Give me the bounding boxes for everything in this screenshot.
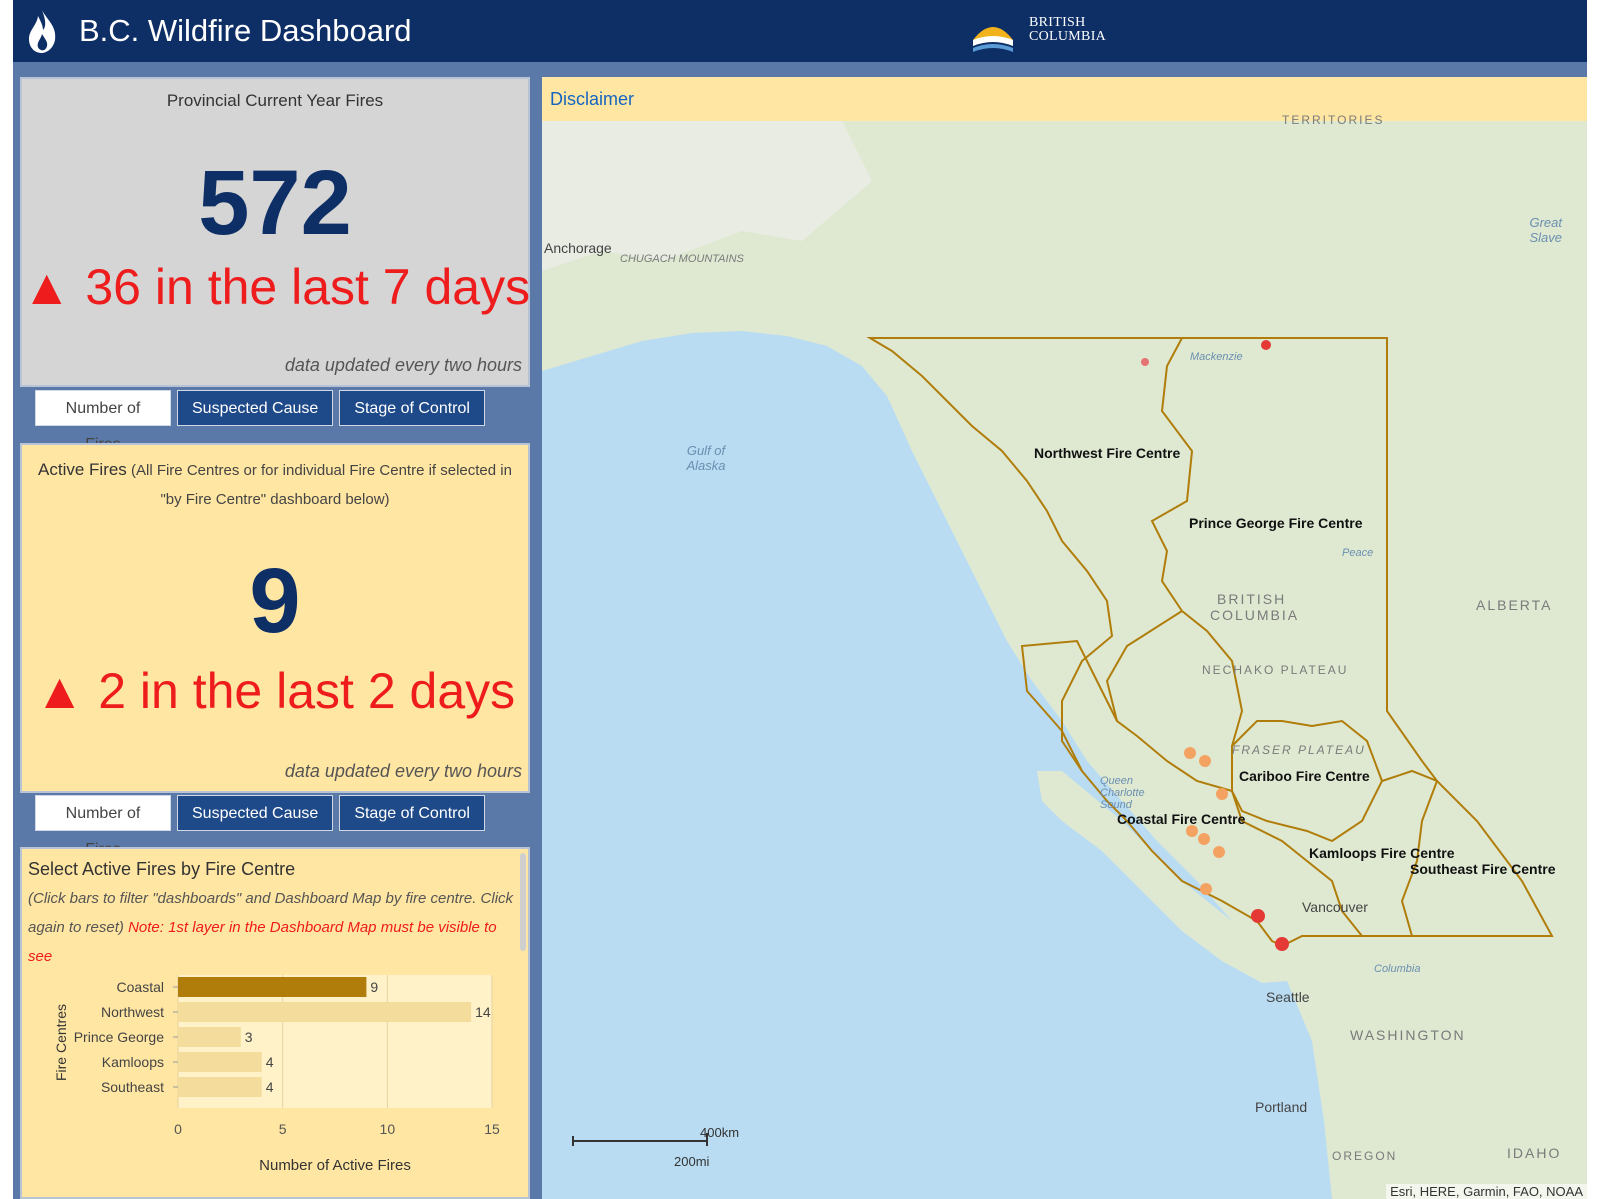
provincial-tabs: Number of Fires Suspected Cause Stage of… — [35, 390, 485, 453]
label-cariboo-fire-centre: Cariboo Fire Centre — [1239, 768, 1370, 784]
label-coastal-fire-centre: Coastal Fire Centre — [1117, 811, 1246, 827]
bar-prince-george[interactable] — [178, 1027, 241, 1047]
logo-text-line-2: COLUMBIA — [1029, 29, 1107, 44]
provincial-fires-panel: Provincial Current Year Fires 572 ▲ 36 i… — [20, 77, 530, 387]
label-southeast-fire-centre: Southeast Fire Centre — [1410, 861, 1556, 877]
category-label: Prince George — [74, 1029, 164, 1045]
label-territories: TERRITORIES — [1282, 113, 1385, 127]
bar-coastal[interactable] — [178, 977, 367, 997]
chart-instructions: (Click bars to filter "dashboards" and D… — [28, 884, 520, 971]
provincial-delta: ▲ 36 in the last 7 days — [22, 259, 531, 315]
label-kamloops-fire-centre: Kamloops Fire Centre — [1309, 845, 1455, 861]
label-northwest-fire-centre: Northwest Fire Centre — [1034, 445, 1181, 461]
provincial-title: Provincial Current Year Fires — [166, 91, 384, 110]
label-columbia: COLUMBIA — [1210, 607, 1300, 623]
category-label: Coastal — [117, 979, 164, 995]
bar-southeast[interactable] — [178, 1077, 262, 1097]
category-label: Northwest — [101, 1004, 164, 1020]
app-header: B.C. Wildfire Dashboard BRITISH COLUMBIA — [13, 0, 1587, 62]
fire-marker — [1198, 833, 1210, 845]
tab-suspected-cause-2[interactable]: Suspected Cause — [177, 795, 334, 831]
fire-marker — [1200, 883, 1212, 895]
fire-marker — [1199, 755, 1211, 767]
data-label: 9 — [370, 979, 378, 995]
label-british: BRITISH — [1217, 591, 1287, 607]
label-prince-george-fire-centre: Prince George Fire Centre — [1189, 515, 1363, 531]
label-seattle: Seattle — [1266, 989, 1310, 1005]
label-vancouver: Vancouver — [1302, 899, 1368, 915]
map-attribution: Esri, HERE, Garmin, FAO, NOAA — [1386, 1184, 1587, 1199]
active-fires-delta: ▲ 2 in the last 2 days — [34, 663, 516, 719]
chart-header: Select Active Fires by Fire Centre (Clic… — [28, 859, 520, 971]
bar-northwest[interactable] — [178, 1002, 472, 1022]
dashboard-map[interactable]: Disclaimer Northwest Fire Centre Prince … — [542, 77, 1587, 1199]
active-fires-updated-note: data updated every two hours — [284, 761, 522, 781]
bc-logo-text: BRITISH COLUMBIA — [1029, 16, 1106, 44]
disclaimer-bar: Disclaimer — [542, 77, 1587, 121]
label-anchorage: Anchorage — [544, 240, 612, 256]
logo-text-line-1: BRITISH — [1029, 15, 1086, 30]
tab-number-of-fires-2[interactable]: Number of Fires — [35, 795, 171, 858]
fire-marker — [1213, 846, 1225, 858]
label-mackenzie: Mackenzie — [1190, 351, 1243, 363]
data-label: 3 — [245, 1029, 253, 1045]
scale-bar — [572, 1133, 708, 1146]
active-fires-tabs: Number of Fires Suspected Cause Stage of… — [35, 795, 485, 858]
scale-mi: 200mi — [674, 1154, 710, 1169]
fire-centre-bar-chart[interactable]: 0 5 10 15 Coastal 9 Northwest 14 Prince George 3 K… — [22, 967, 528, 1199]
provincial-count: 572 — [198, 152, 352, 254]
data-label: 4 — [266, 1054, 274, 1070]
label-peace: Peace — [1342, 547, 1374, 559]
category-label: Kamloops — [102, 1054, 164, 1070]
disclaimer-link[interactable]: Disclaimer — [550, 89, 634, 110]
active-fires-title: Active Fires (All Fire Centres or for in… — [30, 455, 520, 514]
label-oregon: OREGON — [1332, 1149, 1398, 1163]
fire-marker — [1216, 788, 1228, 800]
data-label: 4 — [266, 1079, 274, 1095]
app-title: B.C. Wildfire Dashboard — [79, 13, 412, 48]
label-fraser-plateau: FRASER PLATEAU — [1232, 743, 1366, 757]
y-axis-label: Fire Centres — [53, 1004, 69, 1081]
label-chugach-mountains: CHUGACH MOUNTAINS — [620, 253, 744, 265]
label-columbia-river: Columbia — [1374, 963, 1421, 975]
fire-marker — [1141, 358, 1149, 366]
tab-number-of-fires[interactable]: Number of Fires — [35, 390, 171, 453]
label-alberta: ALBERTA — [1476, 597, 1553, 613]
fire-marker — [1251, 909, 1265, 923]
fire-marker — [1184, 747, 1196, 759]
category-label: Southeast — [101, 1079, 164, 1095]
dashboard-app: B.C. Wildfire Dashboard BRITISH COLUMBIA… — [13, 0, 1587, 1199]
tab-stage-of-control-2[interactable]: Stage of Control — [339, 795, 485, 831]
bar-kamloops[interactable] — [178, 1052, 262, 1072]
chart-title: Select Active Fires by Fire Centre — [28, 859, 296, 879]
tab-stage-of-control[interactable]: Stage of Control — [339, 390, 485, 426]
scale-km: 400km — [700, 1125, 740, 1140]
active-fires-count: 9 — [249, 550, 301, 652]
flame-icon — [29, 10, 56, 53]
data-label: 14 — [475, 1004, 491, 1020]
label-gulf-of-alaska: Gulf of Alaska — [686, 443, 726, 473]
provincial-updated-note: data updated every two hours — [284, 355, 522, 375]
label-queen-charlotte-sound: Queen Charlotte Sound — [1100, 775, 1145, 811]
fire-marker — [1275, 937, 1289, 951]
label-portland: Portland — [1255, 1099, 1308, 1115]
fire-marker — [1261, 340, 1271, 350]
label-great-slave: Great Slave — [1529, 215, 1562, 245]
fire-centre-chart-panel: Select Active Fires by Fire Centre (Clic… — [20, 847, 530, 1199]
x-tick-label: 10 — [380, 1121, 396, 1137]
active-fires-title-bold: Active Fires — [38, 460, 127, 479]
active-fires-title-rest: (All Fire Centres or for individual Fire… — [130, 462, 512, 508]
tab-suspected-cause[interactable]: Suspected Cause — [177, 390, 334, 426]
label-idaho: IDAHO — [1507, 1145, 1562, 1161]
label-washington: WASHINGTON — [1350, 1027, 1466, 1043]
label-nechako-plateau: NECHAKO PLATEAU — [1202, 663, 1349, 677]
x-axis-label: Number of Active Fires — [259, 1157, 411, 1174]
active-fires-panel: Active Fires (All Fire Centres or for in… — [20, 443, 530, 793]
x-tick-label: 5 — [279, 1121, 287, 1137]
x-tick-label: 15 — [484, 1121, 500, 1137]
panel-scrollbar[interactable] — [520, 853, 526, 951]
x-tick-label: 0 — [174, 1121, 182, 1137]
